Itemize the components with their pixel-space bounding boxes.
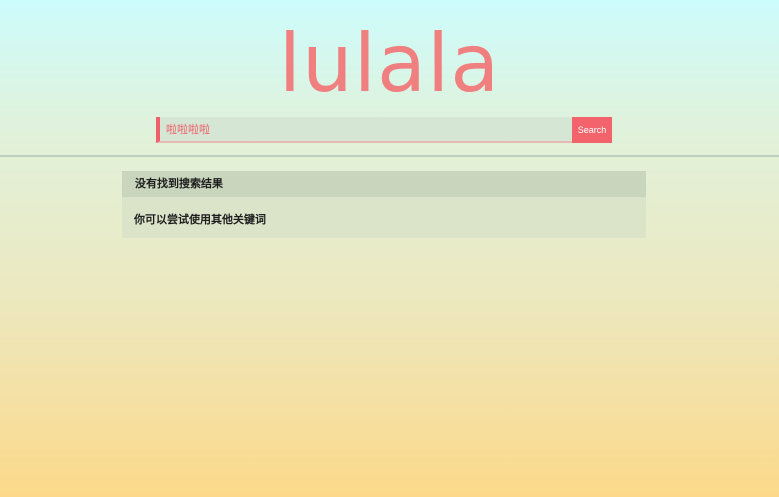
search-bar: Search [156,117,612,143]
no-results-message: 你可以尝试使用其他关键词 [134,213,266,226]
no-results-title: 没有找到搜索结果 [122,171,646,197]
search-input[interactable] [156,117,572,143]
no-results-panel: 没有找到搜索结果 你可以尝试使用其他关键词 [122,171,646,238]
site-logo: lulala [278,17,501,110]
search-button[interactable]: Search [572,117,612,143]
header-divider [0,155,779,157]
